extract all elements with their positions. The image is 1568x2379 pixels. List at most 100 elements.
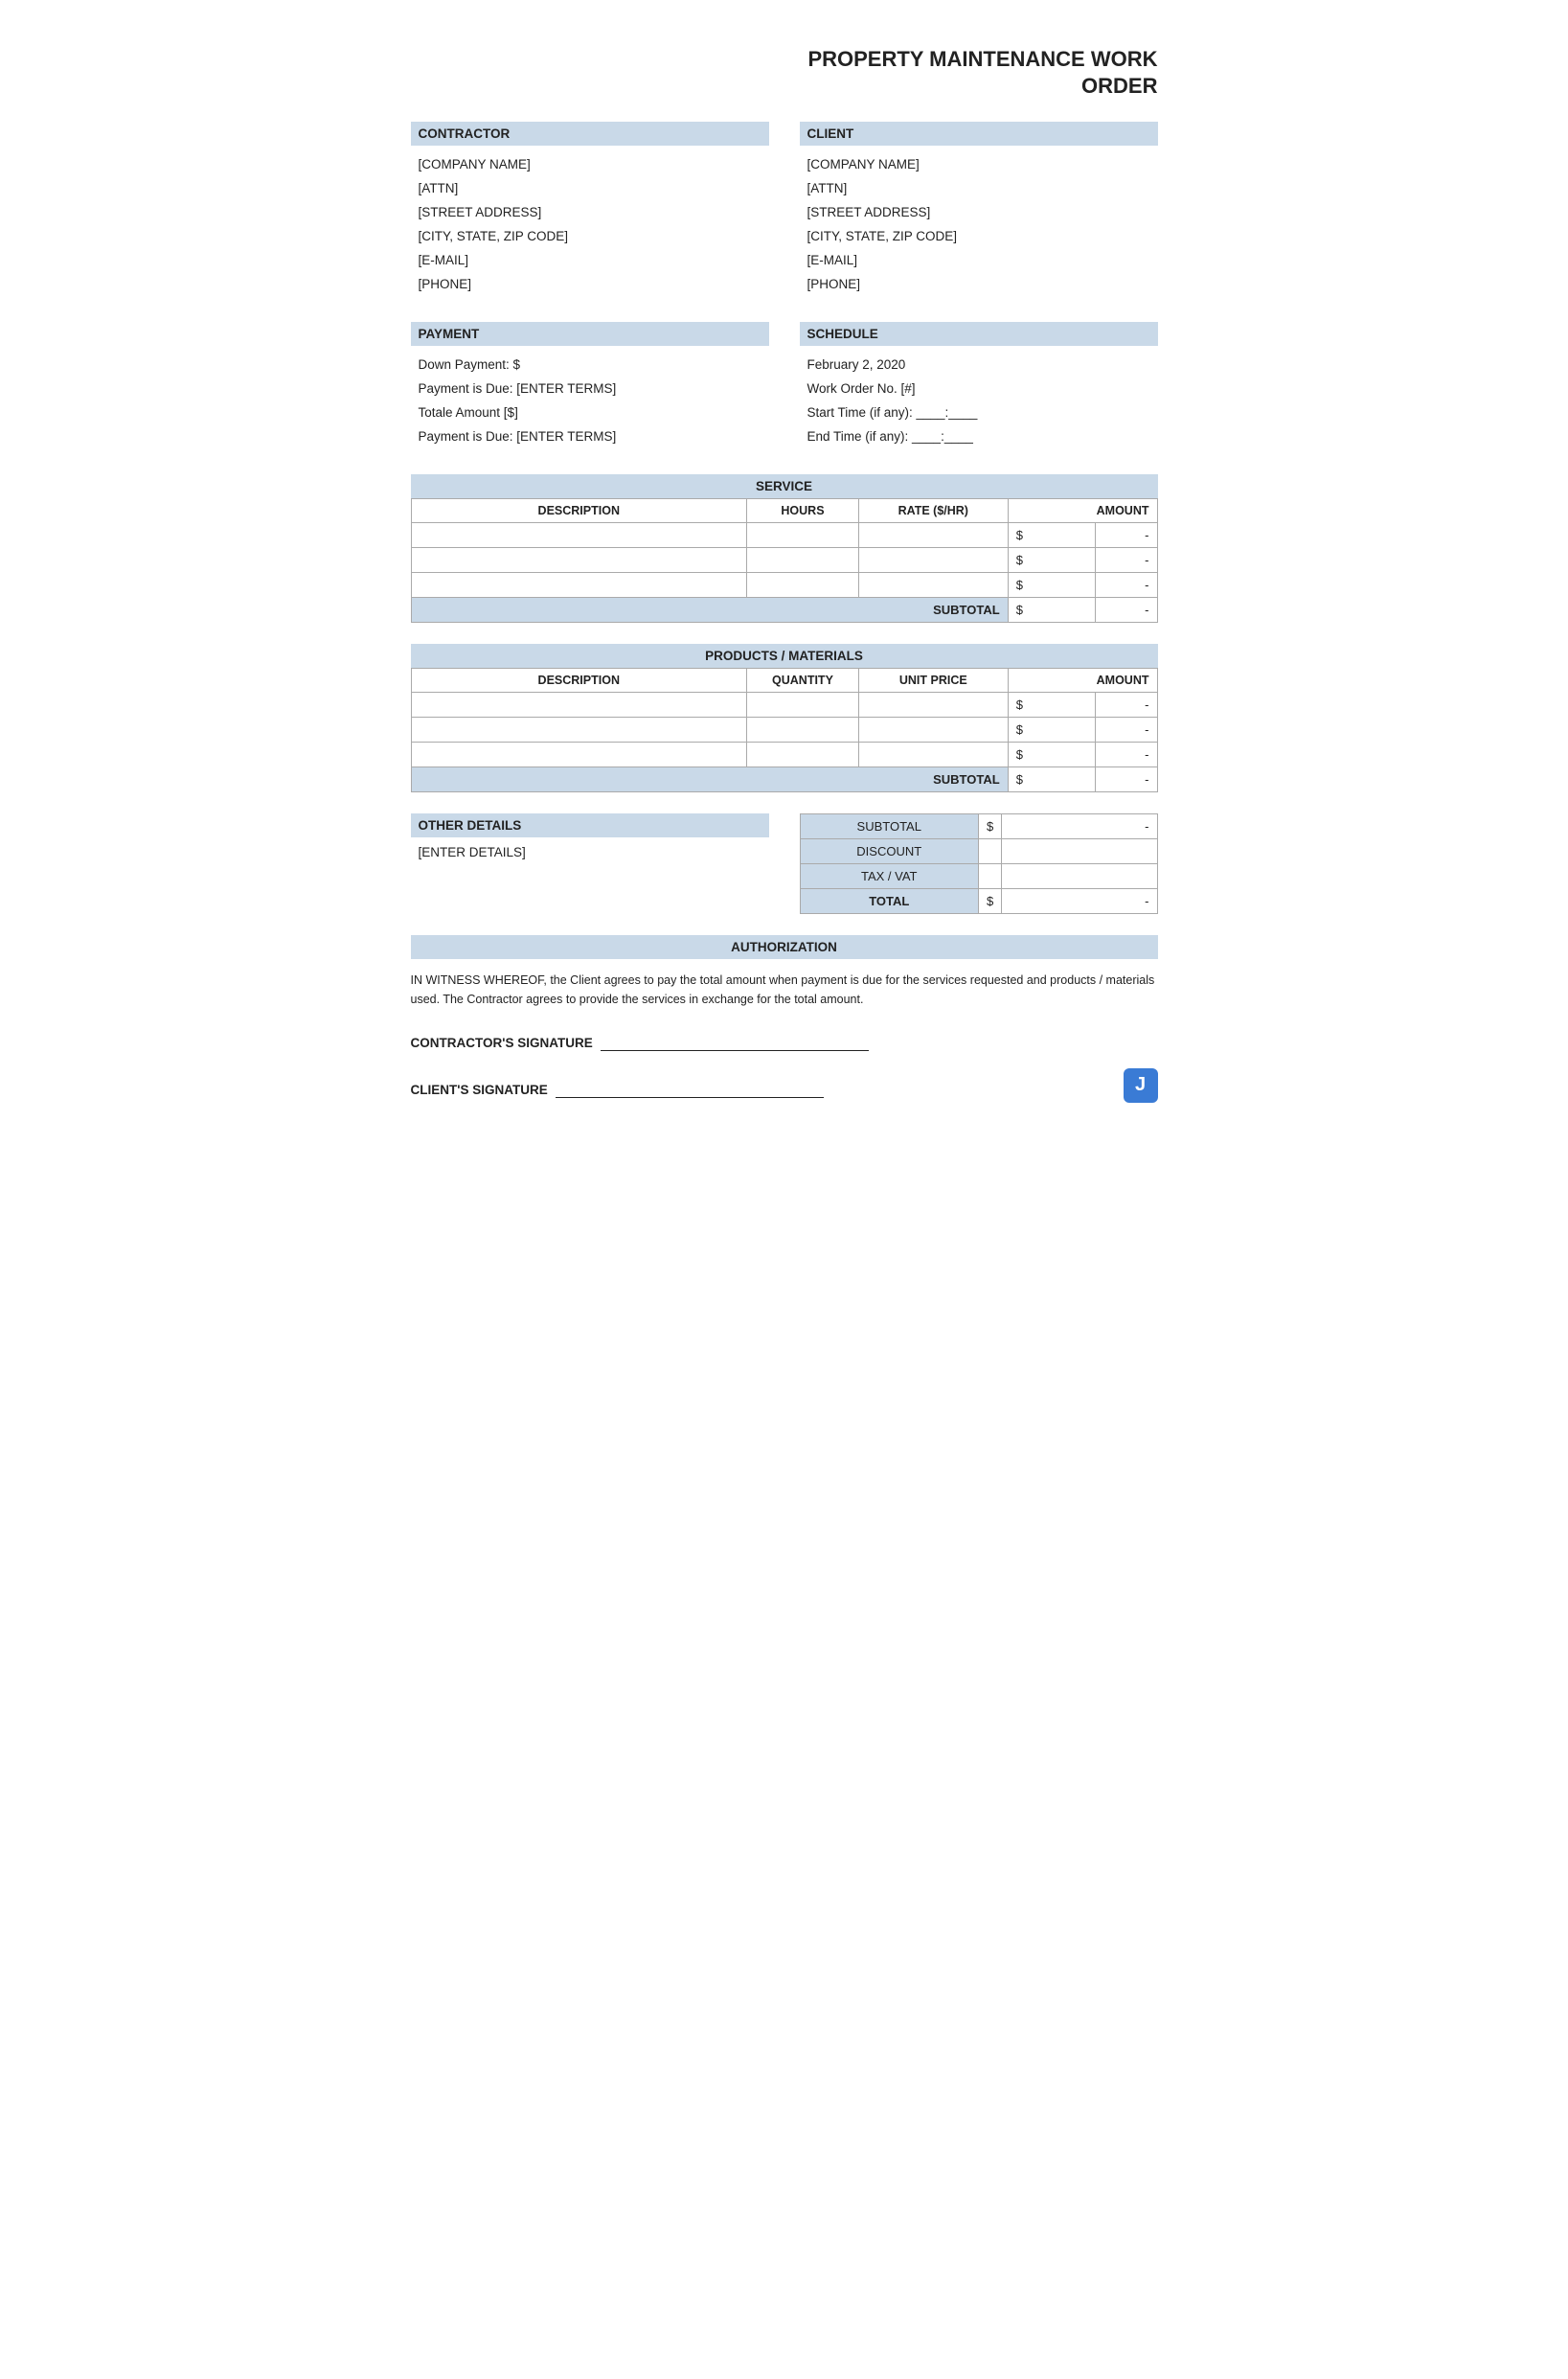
- client-phone: [PHONE]: [807, 273, 1150, 297]
- service-col-amount: AMOUNT: [1008, 498, 1157, 522]
- service-col-hours: HOURS: [747, 498, 859, 522]
- service-table: DESCRIPTION HOURS RATE ($/HR) AMOUNT $ -…: [411, 498, 1158, 623]
- client-attn: [ATTN]: [807, 177, 1150, 201]
- payment-line2: Payment is Due: [ENTER TERMS]: [419, 377, 761, 401]
- products-dollar-0: $: [1008, 692, 1095, 717]
- title-line1: PROPERTY MAINTENANCE WORK: [807, 47, 1157, 71]
- totals-tax-row: TAX / VAT: [800, 863, 1157, 888]
- client-body: [COMPANY NAME] [ATTN] [STREET ADDRESS] […: [800, 149, 1158, 301]
- products-desc-2: [411, 742, 747, 766]
- service-dollar-0: $: [1008, 522, 1095, 547]
- products-section: PRODUCTS / MATERIALS DESCRIPTION QUANTIT…: [411, 644, 1158, 792]
- payment-line4: Payment is Due: [ENTER TERMS]: [419, 425, 761, 449]
- other-details-body: [ENTER DETAILS]: [411, 841, 769, 863]
- payment-line3: Totale Amount [$]: [419, 401, 761, 425]
- contractor-header: CONTRACTOR: [411, 122, 769, 146]
- products-row-0: $ -: [411, 692, 1157, 717]
- products-amount-0: -: [1095, 692, 1157, 717]
- products-desc-1: [411, 717, 747, 742]
- payment-header: PAYMENT: [411, 322, 769, 346]
- products-table: DESCRIPTION QUANTITY UNIT PRICE AMOUNT $…: [411, 668, 1158, 792]
- contractor-client-section: CONTRACTOR [COMPANY NAME] [ATTN] [STREET…: [411, 122, 1158, 301]
- service-title: SERVICE: [411, 474, 1158, 498]
- totals-tax-dollar: [979, 863, 1002, 888]
- totals-discount-dollar: [979, 838, 1002, 863]
- service-subtotal-row: SUBTOTAL $ -: [411, 597, 1157, 622]
- products-amount-1: -: [1095, 717, 1157, 742]
- service-amount-2: -: [1095, 572, 1157, 597]
- client-sig-label: CLIENT'S SIGNATURE: [411, 1083, 548, 1097]
- products-qty-2: [747, 742, 859, 766]
- schedule-end-time: End Time (if any): ____:____: [807, 425, 1150, 449]
- service-dollar-1: $: [1008, 547, 1095, 572]
- authorization-text: IN WITNESS WHEREOF, the Client agrees to…: [411, 971, 1158, 1009]
- contractor-signature-line: CONTRACTOR'S SIGNATURE: [411, 1036, 1158, 1051]
- service-row-1: $ -: [411, 547, 1157, 572]
- schedule-work-order: Work Order No. [#]: [807, 377, 1150, 401]
- totals-box: SUBTOTAL $ - DISCOUNT TAX / VAT TOTAL $: [800, 813, 1158, 914]
- totals-total-dollar: $: [979, 888, 1002, 913]
- service-rate-0: [858, 522, 1008, 547]
- contractor-address: [STREET ADDRESS]: [419, 201, 761, 225]
- totals-subtotal-row: SUBTOTAL $ -: [800, 813, 1157, 838]
- schedule-body: February 2, 2020 Work Order No. [#] Star…: [800, 350, 1158, 453]
- totals-tax-value: [1002, 863, 1157, 888]
- totals-discount-label: DISCOUNT: [800, 838, 979, 863]
- totals-subtotal-label: SUBTOTAL: [800, 813, 979, 838]
- products-dollar-1: $: [1008, 717, 1095, 742]
- watermark-icon: J: [1124, 1068, 1158, 1103]
- service-hours-2: [747, 572, 859, 597]
- products-col-unit-price: UNIT PRICE: [858, 668, 1008, 692]
- products-qty-0: [747, 692, 859, 717]
- contractor-sig-underline: [601, 1036, 869, 1051]
- service-subtotal-value: -: [1095, 597, 1157, 622]
- totals-total-row: TOTAL $ -: [800, 888, 1157, 913]
- totals-subtotal-dollar: $: [979, 813, 1002, 838]
- products-subtotal-dollar: $: [1008, 766, 1095, 791]
- totals-discount-row: DISCOUNT: [800, 838, 1157, 863]
- contractor-attn: [ATTN]: [419, 177, 761, 201]
- totals-total-label: TOTAL: [800, 888, 979, 913]
- service-amount-0: -: [1095, 522, 1157, 547]
- totals-table: SUBTOTAL $ - DISCOUNT TAX / VAT TOTAL $: [800, 813, 1158, 914]
- payment-schedule-section: PAYMENT Down Payment: $ Payment is Due: …: [411, 322, 1158, 453]
- products-subtotal-label: SUBTOTAL: [411, 766, 1008, 791]
- service-subtotal-label: SUBTOTAL: [411, 597, 1008, 622]
- products-qty-1: [747, 717, 859, 742]
- totals-discount-value: [1002, 838, 1157, 863]
- title-line2: ORDER: [1081, 74, 1157, 98]
- other-details-box: OTHER DETAILS [ENTER DETAILS]: [411, 813, 769, 863]
- client-sig-underline: [556, 1083, 824, 1098]
- service-hours-0: [747, 522, 859, 547]
- service-row-0: $ -: [411, 522, 1157, 547]
- products-row-1: $ -: [411, 717, 1157, 742]
- service-col-rate: RATE ($/HR): [858, 498, 1008, 522]
- watermark: J: [1124, 1068, 1158, 1103]
- products-amount-2: -: [1095, 742, 1157, 766]
- service-col-description: DESCRIPTION: [411, 498, 747, 522]
- client-box: CLIENT [COMPANY NAME] [ATTN] [STREET ADD…: [800, 122, 1158, 301]
- contractor-company: [COMPANY NAME]: [419, 153, 761, 177]
- products-subtotal-value: -: [1095, 766, 1157, 791]
- totals-total-value: -: [1002, 888, 1157, 913]
- payment-line1: Down Payment: $: [419, 354, 761, 377]
- contractor-city: [CITY, STATE, ZIP CODE]: [419, 225, 761, 249]
- bottom-section: OTHER DETAILS [ENTER DETAILS] SUBTOTAL $…: [411, 813, 1158, 914]
- service-desc-2: [411, 572, 747, 597]
- payment-box: PAYMENT Down Payment: $ Payment is Due: …: [411, 322, 769, 453]
- client-company: [COMPANY NAME]: [807, 153, 1150, 177]
- contractor-body: [COMPANY NAME] [ATTN] [STREET ADDRESS] […: [411, 149, 769, 301]
- service-amount-1: -: [1095, 547, 1157, 572]
- client-signature-line: CLIENT'S SIGNATURE J: [411, 1078, 1158, 1103]
- schedule-start-time: Start Time (if any): ____:____: [807, 401, 1150, 425]
- contractor-email: [E-MAIL]: [419, 249, 761, 273]
- contractor-sig-label: CONTRACTOR'S SIGNATURE: [411, 1036, 593, 1050]
- contractor-box: CONTRACTOR [COMPANY NAME] [ATTN] [STREET…: [411, 122, 769, 301]
- service-desc-1: [411, 547, 747, 572]
- service-dollar-2: $: [1008, 572, 1095, 597]
- client-email: [E-MAIL]: [807, 249, 1150, 273]
- service-hours-1: [747, 547, 859, 572]
- schedule-date: February 2, 2020: [807, 354, 1150, 377]
- products-dollar-2: $: [1008, 742, 1095, 766]
- products-unit-0: [858, 692, 1008, 717]
